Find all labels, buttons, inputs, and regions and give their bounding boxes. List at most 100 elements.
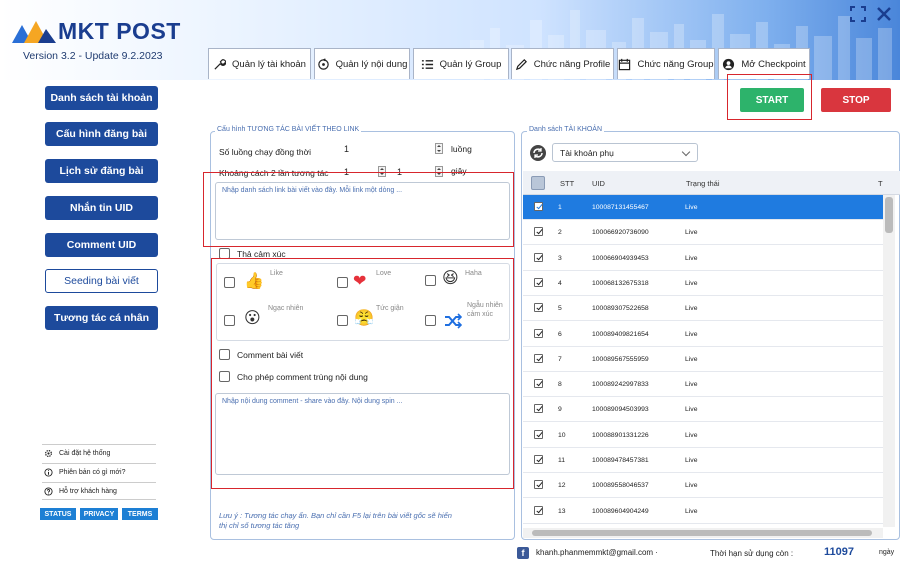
sidebar-item-nhan-tin-uid[interactable]: Nhắn tin UID	[45, 196, 158, 220]
table-row[interactable]: 2 100066920736090 Live	[523, 220, 883, 246]
row-checkbox[interactable]	[534, 252, 543, 262]
row-uid: 100089409821654	[592, 330, 649, 338]
row-checkbox[interactable]	[534, 429, 543, 439]
help-icon	[44, 486, 53, 496]
row-stt: 11	[558, 457, 566, 464]
table-row[interactable]: 4 100068132675318 Live	[523, 271, 883, 296]
chevron-down-icon	[681, 147, 691, 157]
love-checkbox[interactable]	[337, 277, 348, 288]
table-row[interactable]: 5 100089307522658 Live	[523, 296, 883, 322]
col-stt: STT	[560, 179, 575, 188]
haha-icon: 😆	[442, 270, 459, 287]
row-checkbox[interactable]	[534, 202, 543, 211]
tab-chuc-nang-profile[interactable]: Chức năng Profile	[511, 48, 614, 79]
row-checkbox[interactable]	[534, 505, 543, 515]
angry-icon: 😤	[354, 310, 374, 327]
haha-checkbox[interactable]	[425, 275, 436, 286]
select-all-checkbox[interactable]	[531, 176, 545, 190]
row-status: Live	[685, 330, 698, 338]
wow-checkbox[interactable]	[224, 315, 235, 326]
row-stt: 7	[558, 355, 562, 363]
tab-label: Quản lý Group	[439, 58, 502, 70]
support-link[interactable]: Hỗ trợ khách hàng	[42, 482, 156, 500]
table-row[interactable]: 3 100066904939453 Live	[523, 246, 883, 271]
refresh-icon[interactable]	[529, 144, 547, 162]
tab-label: Chức năng Group	[637, 58, 714, 70]
sidebar-item-comment-uid[interactable]: Comment UID	[45, 233, 158, 257]
random-reaction-label: Ngẫu nhiên cảm xúc	[467, 302, 503, 318]
row-stt: 13	[558, 507, 566, 515]
tab-label: Chức năng Profile	[533, 58, 611, 70]
calendar-icon	[619, 58, 631, 70]
row-uid: 100089094503993	[592, 406, 649, 414]
row-stt: 5	[558, 305, 562, 313]
angry-checkbox[interactable]	[337, 315, 348, 326]
horizontal-scroll-thumb[interactable]	[532, 530, 872, 536]
account-type-select[interactable]: Tài khoản phụ	[552, 143, 698, 162]
status-button[interactable]: STATUS	[40, 508, 76, 520]
wrench-icon	[214, 58, 227, 70]
system-settings-link[interactable]: Cài đặt hệ thống	[42, 444, 156, 462]
comment-content-textarea[interactable]: Nhập nội dung comment - share vào đây. N…	[215, 393, 510, 475]
table-row[interactable]: 1 100087131455467 Live	[523, 195, 883, 220]
vertical-scrollbar[interactable]	[883, 195, 895, 527]
tab-quan-ly-noi-dung[interactable]: Quản lý nội dung	[314, 48, 410, 79]
row-status: Live	[685, 204, 698, 211]
sidebar-item-danh-sach-tai-khoan[interactable]: Danh sách tài khoản	[45, 86, 158, 110]
row-checkbox[interactable]	[534, 303, 543, 313]
accounts-panel-title: Danh sách TÀI KHOẢN	[527, 126, 605, 133]
comment-checkbox[interactable]	[219, 349, 230, 360]
like-checkbox[interactable]	[224, 277, 235, 288]
table-row[interactable]: 12 100089558046537 Live	[523, 473, 883, 499]
whats-new-link[interactable]: Phiên bản có gì mới?	[42, 463, 156, 481]
vertical-scroll-thumb[interactable]	[885, 197, 893, 233]
table-row[interactable]: 13 100089604904249 Live	[523, 499, 883, 524]
tab-quan-ly-tai-khoan[interactable]: Quản lý tài khoản	[208, 48, 311, 79]
row-checkbox[interactable]	[534, 353, 543, 363]
sidebar-item-cau-hinh-dang-bai[interactable]: Cấu hình đăng bài	[45, 122, 158, 146]
facebook-icon: f	[517, 547, 529, 559]
terms-button[interactable]: TERMS	[122, 508, 158, 520]
note-text: Lưu ý : Tương tác chạy ẩn. Bạn chỉ cần F…	[219, 511, 452, 530]
threads-spinner[interactable]	[435, 143, 443, 154]
accounts-table: STT UID Trạng thái T 1 100087131455467 Liv…	[523, 171, 900, 528]
random-reaction-checkbox[interactable]	[425, 315, 436, 326]
row-stt: 12	[558, 482, 566, 490]
pencil-icon	[515, 58, 527, 70]
expand-icon[interactable]	[850, 6, 866, 22]
threads-input[interactable]: 1	[344, 144, 349, 154]
start-button[interactable]: START	[740, 88, 804, 112]
table-row[interactable]: 7 100089567555959 Live	[523, 347, 883, 372]
row-stt: 9	[558, 406, 562, 414]
tab-quan-ly-group[interactable]: Quản lý Group	[413, 48, 509, 79]
close-icon[interactable]	[876, 6, 892, 22]
wow-icon: 😮	[244, 310, 261, 327]
tab-label: Mở Checkpoint	[741, 58, 806, 70]
row-uid: 100068132675318	[592, 279, 649, 287]
table-row[interactable]: 9 100089094503993 Live	[523, 397, 883, 423]
row-checkbox[interactable]	[534, 277, 543, 287]
row-checkbox[interactable]	[534, 404, 543, 414]
privacy-button[interactable]: PRIVACY	[80, 508, 118, 520]
row-checkbox[interactable]	[534, 227, 543, 237]
row-checkbox[interactable]	[534, 379, 543, 389]
sidebar-item-tuong-tac-ca-nhan[interactable]: Tương tác cá nhân	[45, 306, 158, 330]
whats-new-label: Phiên bản có gì mới?	[59, 469, 126, 476]
table-row[interactable]: 10 100088901331226 Live	[523, 423, 883, 448]
table-row[interactable]: 6 100089409821654 Live	[523, 322, 883, 347]
post-links-textarea[interactable]: Nhập danh sách link bài viết vào đây. Mỗ…	[215, 182, 510, 240]
row-checkbox[interactable]	[534, 328, 543, 338]
like-icon: 👍	[244, 273, 264, 290]
tab-chuc-nang-group[interactable]: Chức năng Group	[617, 48, 715, 79]
table-row[interactable]: 8 100089242997833 Live	[523, 372, 883, 398]
sidebar-item-lich-su-dang-bai[interactable]: Lịch sử đăng bài	[45, 159, 158, 183]
stop-button[interactable]: STOP	[821, 88, 891, 112]
row-checkbox[interactable]	[534, 455, 543, 464]
row-status: Live	[685, 457, 698, 464]
row-checkbox[interactable]	[534, 480, 543, 490]
account-email[interactable]: khanh.phanmemmkt@gmail.com ·	[536, 548, 658, 557]
account-email-text: khanh.phanmemmkt@gmail.com	[536, 548, 654, 557]
allow-duplicate-checkbox[interactable]	[219, 371, 230, 382]
table-row[interactable]: 11 100089478457381 Live	[523, 448, 883, 473]
sidebar-item-seeding-bai-viet[interactable]: Seeding bài viết	[45, 269, 158, 293]
